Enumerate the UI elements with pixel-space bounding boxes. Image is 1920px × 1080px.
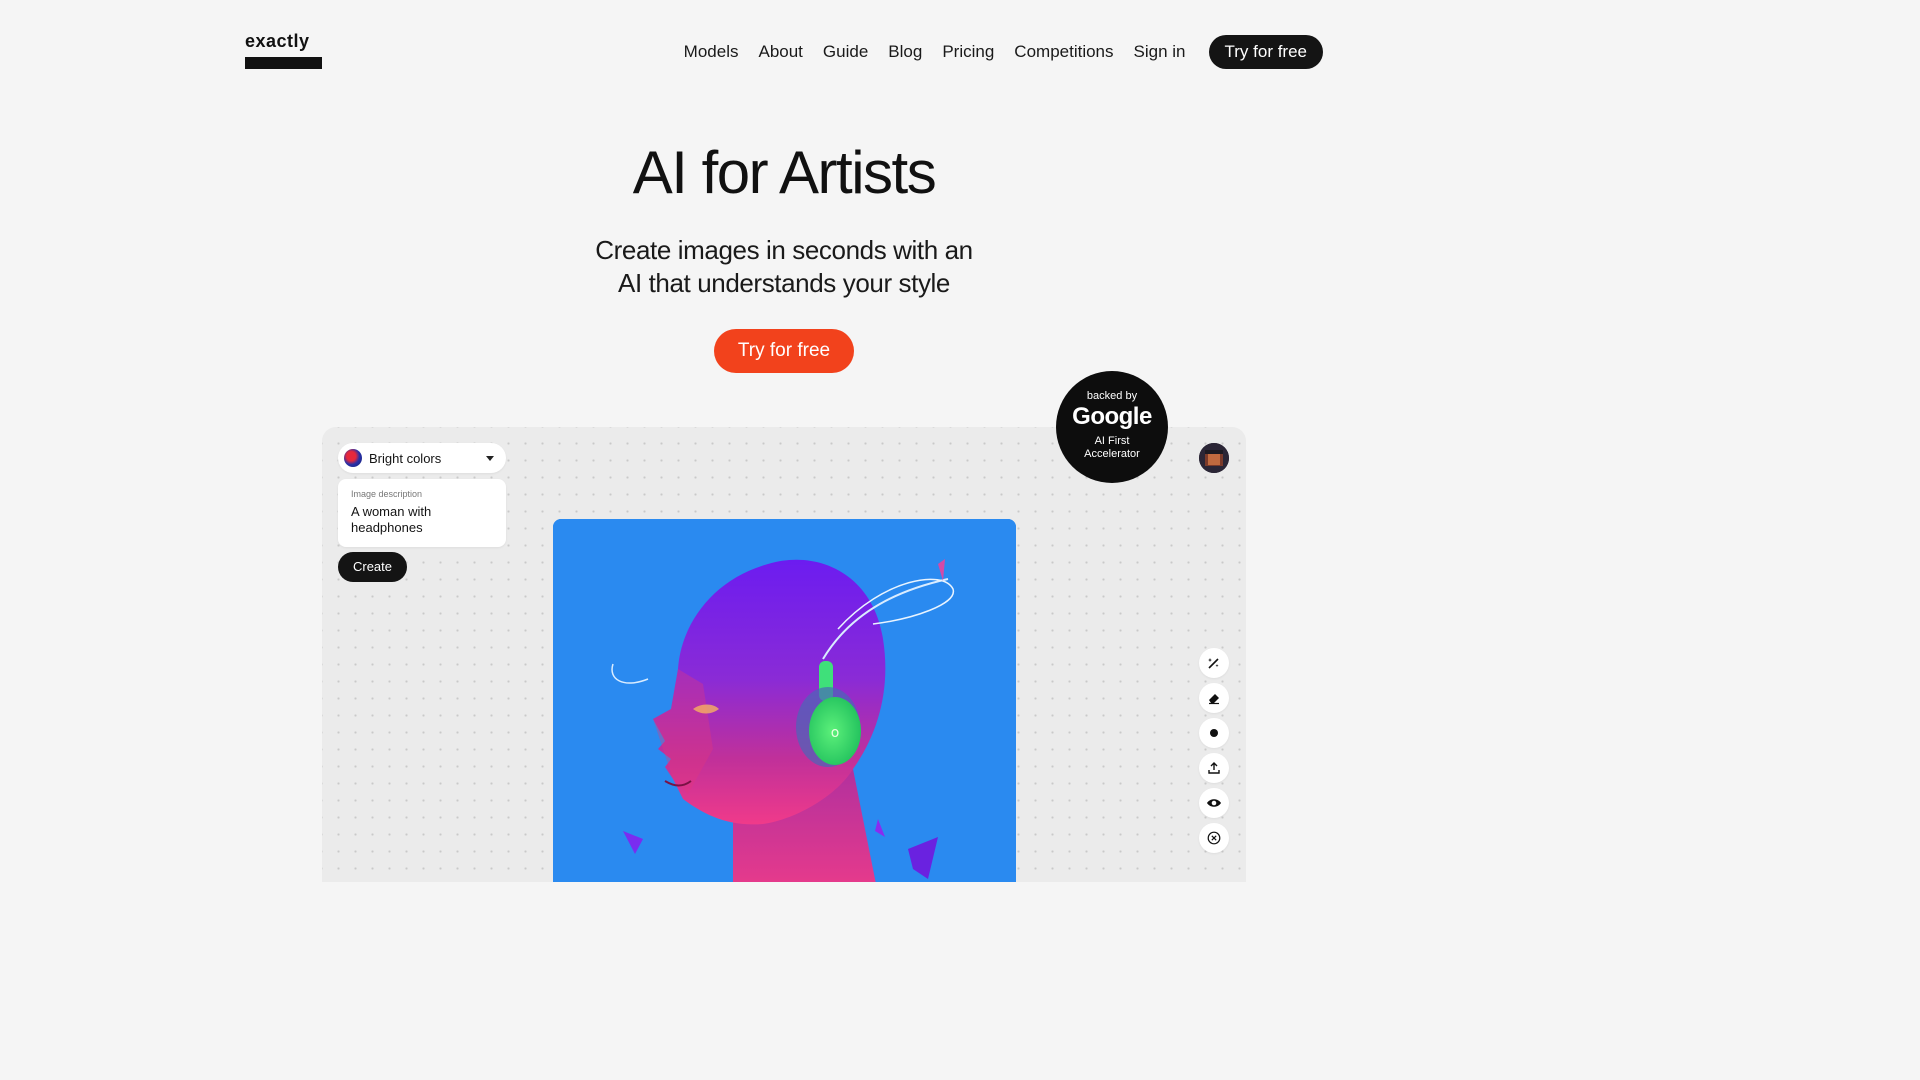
- magic-wand-icon[interactable]: [1199, 648, 1229, 678]
- nav-link-blog[interactable]: Blog: [888, 42, 922, 62]
- image-description-label: Image description: [351, 489, 423, 499]
- image-description-field[interactable]: Image description A woman with headphone…: [338, 479, 506, 547]
- tool-column: [1199, 648, 1229, 858]
- upload-icon[interactable]: [1199, 753, 1229, 783]
- badge-line-1: AI First: [1094, 435, 1130, 447]
- nav-link-about[interactable]: About: [758, 42, 802, 62]
- badge-line-2: Accelerator: [1084, 448, 1140, 460]
- nav-link-guide[interactable]: Guide: [823, 42, 868, 62]
- badge-google-wordmark: Google: [1072, 403, 1152, 430]
- google-accelerator-badge: backed by Google AI First Accelerator: [1056, 371, 1168, 483]
- logo-wordmark: exactly: [245, 31, 310, 51]
- avatar[interactable]: [1199, 443, 1229, 473]
- nav-link-sign-in[interactable]: Sign in: [1134, 42, 1186, 62]
- hero-subtitle-line-2: AI that understands your style: [618, 268, 950, 298]
- nav-link-models[interactable]: Models: [684, 42, 739, 62]
- woman-with-headphones-illustration: o: [553, 519, 1016, 882]
- style-select[interactable]: Bright colors: [338, 443, 506, 473]
- image-description-value: A woman with headphones: [351, 504, 432, 535]
- logo[interactable]: exactly: [245, 32, 322, 69]
- svg-text:o: o: [831, 725, 840, 741]
- hero-title: AI for Artists: [632, 139, 937, 206]
- nav-link-pricing[interactable]: Pricing: [942, 42, 994, 62]
- hero-try-free-button[interactable]: Try for free: [714, 329, 854, 373]
- header-try-free-button[interactable]: Try for free: [1208, 35, 1323, 69]
- main-nav: Models About Guide Blog Pricing Competit…: [664, 35, 1323, 69]
- hero-subtitle-line-1: Create images in seconds with an: [595, 235, 973, 265]
- badge-backed-by: backed by: [1086, 390, 1138, 402]
- chevron-down-icon: [486, 455, 494, 461]
- eraser-icon[interactable]: [1199, 683, 1229, 713]
- create-button[interactable]: Create: [338, 552, 407, 582]
- landing-page: exactly Models About Guide Blog Pricing …: [0, 0, 1568, 882]
- style-select-value: Bright colors: [369, 450, 442, 466]
- demo-editor-panel: Bright colors Image description A woman …: [322, 427, 1246, 882]
- hero-subtitle: Create images in seconds with an AI that…: [0, 234, 1568, 300]
- generated-image: o: [553, 519, 1016, 882]
- style-swatch: [344, 449, 362, 467]
- brush-dot-icon[interactable]: [1199, 718, 1229, 748]
- nav-link-competitions[interactable]: Competitions: [1014, 42, 1113, 62]
- user-avatar-image: [1199, 443, 1229, 473]
- eye-icon[interactable]: [1199, 788, 1229, 818]
- logo-bar: [245, 57, 322, 69]
- close-circle-icon[interactable]: [1199, 823, 1229, 853]
